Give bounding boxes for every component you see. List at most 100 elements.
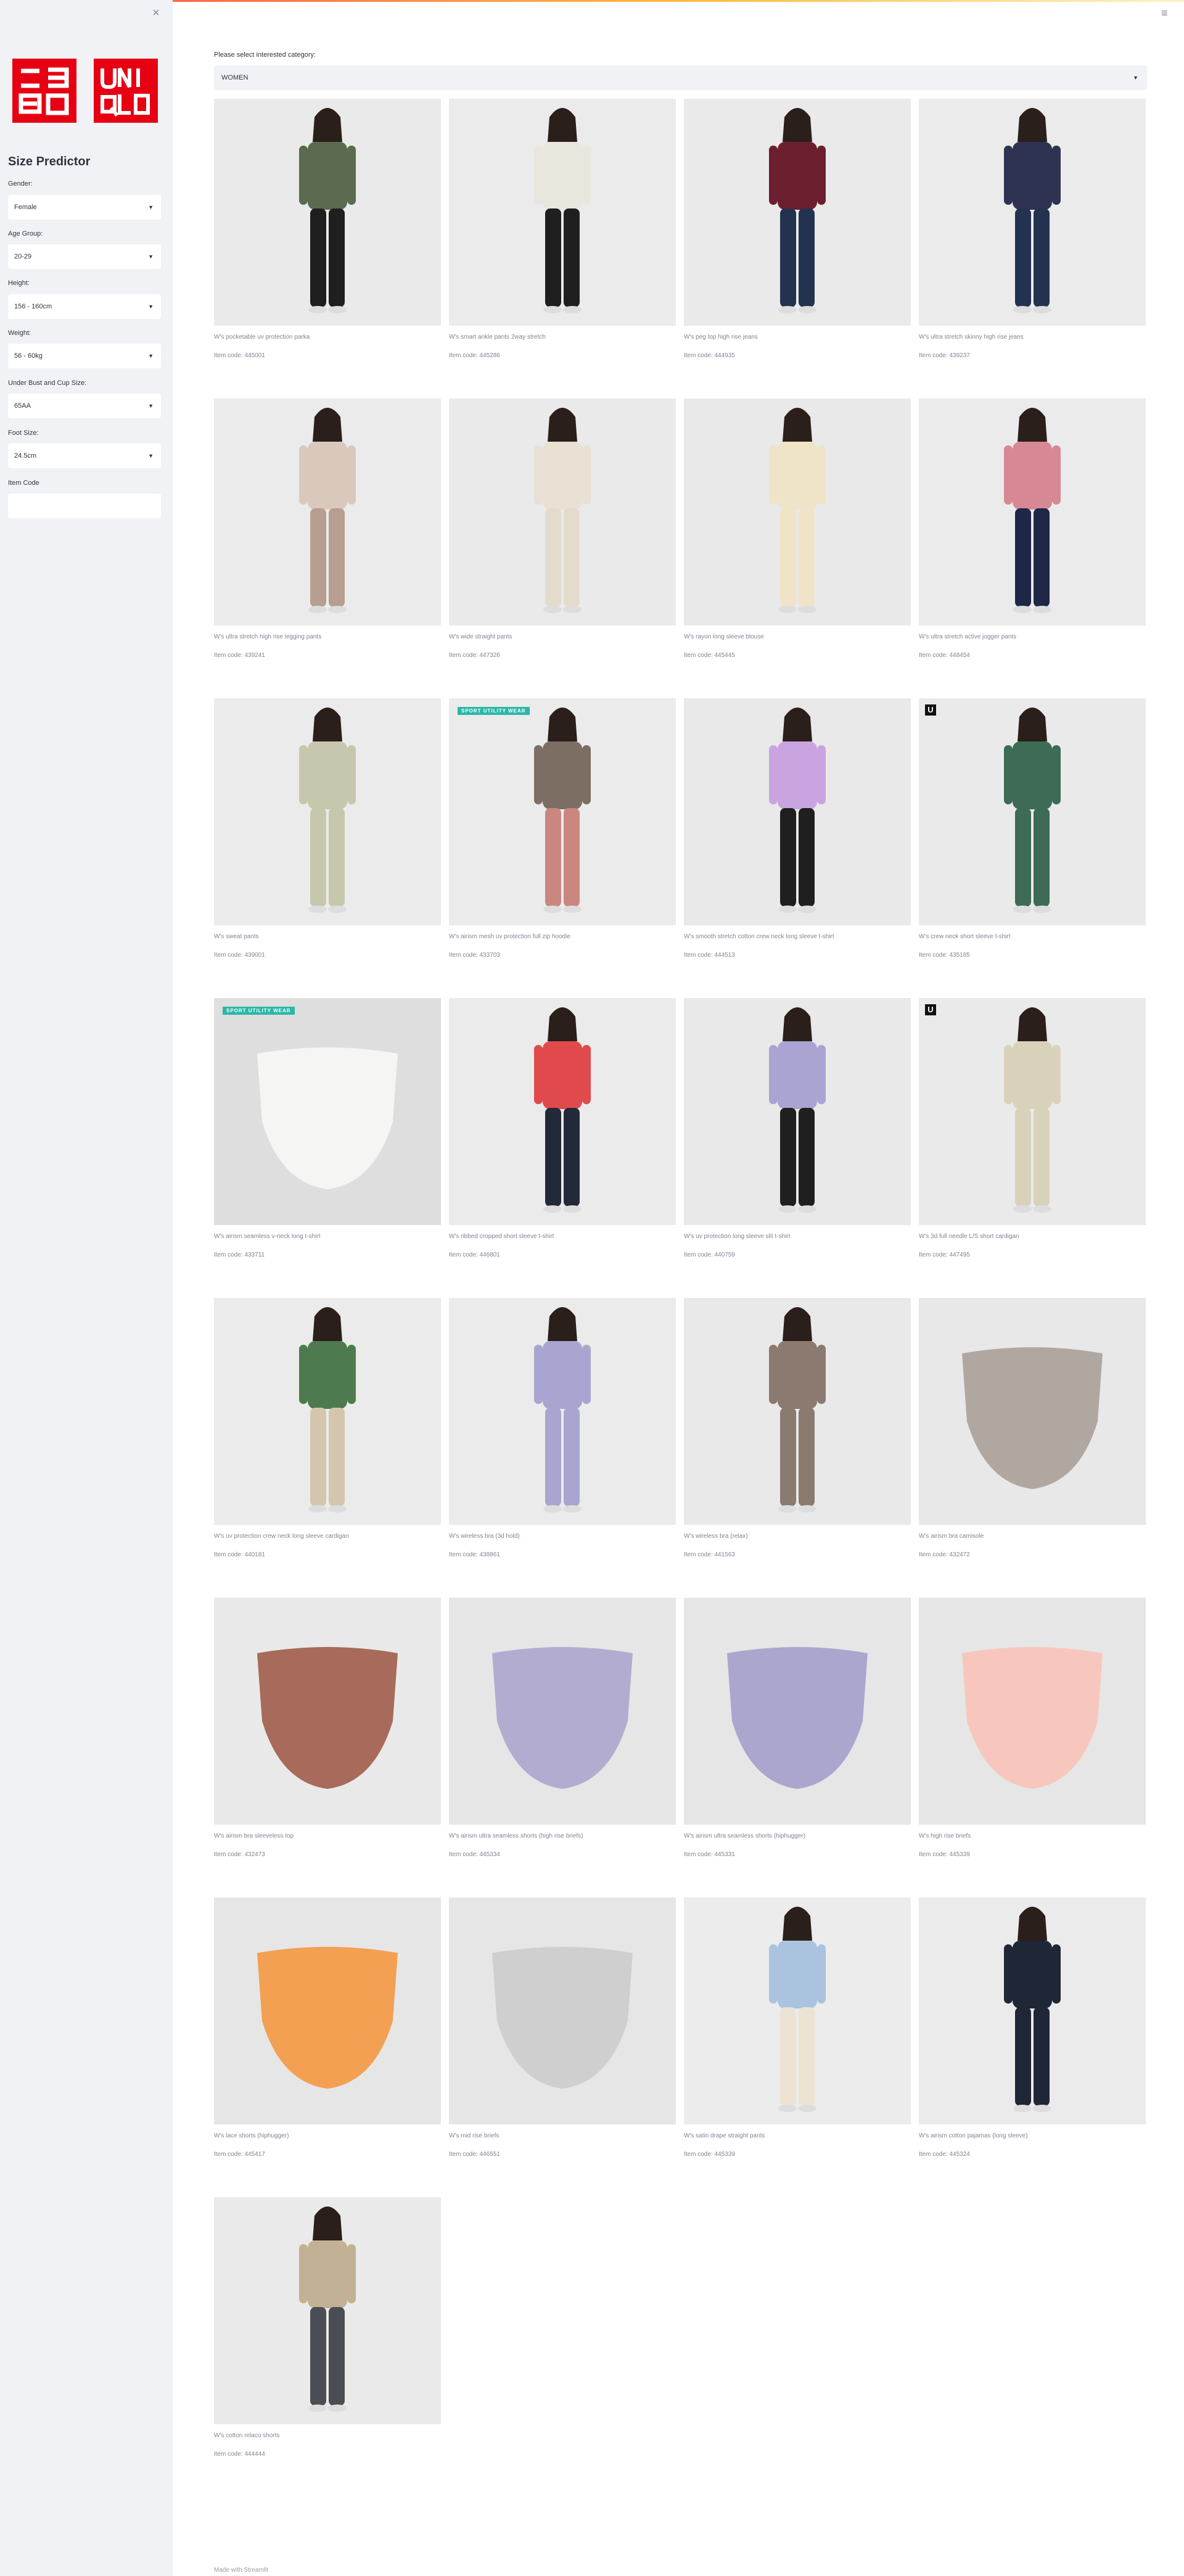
height-value: 156 - 160cm [14, 303, 52, 310]
product-name: W's wireless bra (3d hold) [449, 1533, 520, 1540]
product-image[interactable] [214, 1298, 441, 1525]
product-code: Item code: 447495 [919, 1252, 970, 1258]
product-code: Item code: 433711 [214, 1252, 265, 1258]
product-code: Item code: 439237 [919, 352, 970, 359]
product-image[interactable] [214, 2197, 441, 2424]
product-image[interactable] [449, 398, 676, 625]
chevron-down-icon: ▼ [1133, 75, 1138, 81]
footer: Made with Streamlit [214, 2567, 268, 2574]
product-image[interactable] [919, 1598, 1146, 1825]
product-image[interactable]: SPORT UTILITY WEAR [214, 998, 441, 1225]
product-code: Item code: 448454 [919, 652, 970, 659]
product-code: Item code: 432473 [214, 1851, 265, 1858]
product-image[interactable] [214, 398, 441, 625]
product-name: W's mid rise briefs [449, 2132, 500, 2139]
product-code: Item code: 439241 [214, 652, 265, 659]
product-name: W's ultra stretch active jogger pants [919, 634, 1017, 640]
uniqlo-logo-katakana [12, 59, 76, 123]
product-name: W's wireless bra (relax) [684, 1533, 748, 1540]
product-image[interactable] [449, 99, 676, 326]
product-code: Item code: 438861 [449, 1551, 500, 1558]
product-badge: U [925, 1004, 936, 1015]
product-image[interactable] [684, 1298, 911, 1525]
foot-size-select[interactable]: 24.5cm ▼ [8, 444, 161, 468]
chevron-down-icon: ▼ [148, 254, 154, 260]
product-name: W's airism mesh uv protection full zip h… [449, 933, 570, 940]
product-code: Item code: 441563 [684, 1551, 735, 1558]
product-code: Item code: 444444 [214, 2451, 265, 2458]
chevron-down-icon: ▼ [148, 403, 154, 409]
gender-select[interactable]: Female ▼ [8, 195, 161, 220]
chevron-down-icon: ▼ [148, 303, 154, 310]
product-image[interactable] [214, 698, 441, 925]
product-name: W's sweat pants [214, 933, 259, 940]
product-image[interactable] [449, 998, 676, 1225]
product-image[interactable] [214, 1897, 441, 2124]
product-image[interactable] [684, 998, 911, 1225]
chevron-down-icon: ▼ [148, 204, 154, 210]
product-image[interactable] [684, 99, 911, 326]
product-image[interactable]: U [919, 998, 1146, 1225]
product-image[interactable] [214, 1598, 441, 1825]
product-image[interactable] [684, 698, 911, 925]
bust-cup-select[interactable]: 65AA ▼ [8, 394, 161, 418]
product-image[interactable] [919, 99, 1146, 326]
gender-value: Female [14, 204, 37, 211]
product-name: W's 3d full needle L/S short cardigan [919, 1233, 1019, 1240]
product-image[interactable] [919, 1298, 1146, 1525]
product-image[interactable] [919, 1897, 1146, 2124]
category-select[interactable]: WOMEN ▼ [214, 65, 1147, 90]
product-code: Item code: 440759 [684, 1252, 735, 1258]
product-image[interactable] [449, 1897, 676, 2124]
product-code: Item code: 444513 [684, 952, 735, 959]
product-code: Item code: 445445 [684, 652, 735, 659]
item-code-input[interactable] [8, 493, 161, 518]
category-value: WOMEN [221, 74, 249, 81]
product-name: W's airism bra camisole [919, 1533, 984, 1540]
chevron-down-icon: ▼ [148, 353, 154, 359]
height-select[interactable]: 156 - 160cm ▼ [8, 294, 161, 319]
product-code: Item code: 445339 [684, 2151, 735, 2158]
product-code: Item code: 439001 [214, 952, 265, 959]
product-name: W's airism ultra seamless shorts (high r… [449, 1833, 583, 1839]
product-name: W's uv protection long sleeve slit t-shi… [684, 1233, 791, 1240]
product-name: W's pocketable uv protection parka [214, 334, 310, 341]
product-image[interactable] [449, 1598, 676, 1825]
product-image[interactable] [684, 398, 911, 625]
uniqlo-logo-latin [94, 59, 158, 123]
chevron-down-icon: ▼ [148, 453, 154, 459]
bust-cup-value: 65AA [14, 402, 31, 410]
product-code: Item code: 445334 [449, 1851, 500, 1858]
product-code: Item code: 433703 [449, 952, 500, 959]
product-image[interactable]: SPORT UTILITY WEAR [449, 698, 676, 925]
product-image[interactable]: U [919, 698, 1146, 925]
foot-size-label: Foot Size: [8, 429, 39, 437]
footer-prefix: Made with [214, 2567, 242, 2574]
product-name: W's rayon long sleeve blouse [684, 634, 764, 640]
product-badge: U [925, 704, 936, 716]
product-name: W's crew neck short sleeve t-shirt [919, 933, 1011, 940]
product-name: W's airism ultra seamless shorts (hiphug… [684, 1833, 805, 1839]
product-name: W's peg top high rise jeans [684, 334, 758, 341]
product-image[interactable] [684, 1598, 911, 1825]
product-image[interactable] [684, 1897, 911, 2124]
top-decoration-bar [0, 0, 1184, 2]
product-code: Item code: 447326 [449, 652, 500, 659]
product-name: W's ultra stretch skinny high rise jeans [919, 334, 1024, 341]
product-image[interactable] [449, 1298, 676, 1525]
product-name: W's wide straight pants [449, 634, 512, 640]
product-image[interactable] [919, 398, 1146, 625]
product-image[interactable] [214, 99, 441, 326]
gender-label: Gender: [8, 180, 33, 188]
foot-size-value: 24.5cm [14, 452, 37, 460]
streamlit-link[interactable]: Streamlit [244, 2567, 268, 2574]
weight-select[interactable]: 56 - 60kg ▼ [8, 344, 161, 368]
hamburger-menu-icon[interactable]: ≡ [1161, 7, 1172, 19]
product-name: W's ribbed cropped short sleeve t-shirt [449, 1233, 554, 1240]
product-code: Item code: 432472 [919, 1551, 970, 1558]
bust-cup-label: Under Bust and Cup Size: [8, 379, 87, 387]
close-sidebar-icon[interactable]: × [150, 7, 162, 19]
product-name: W's airism cotton pajamas (long sleeve) [919, 2132, 1028, 2139]
product-code: Item code: 440181 [214, 1551, 265, 1558]
age-group-select[interactable]: 20-29 ▼ [8, 244, 161, 269]
